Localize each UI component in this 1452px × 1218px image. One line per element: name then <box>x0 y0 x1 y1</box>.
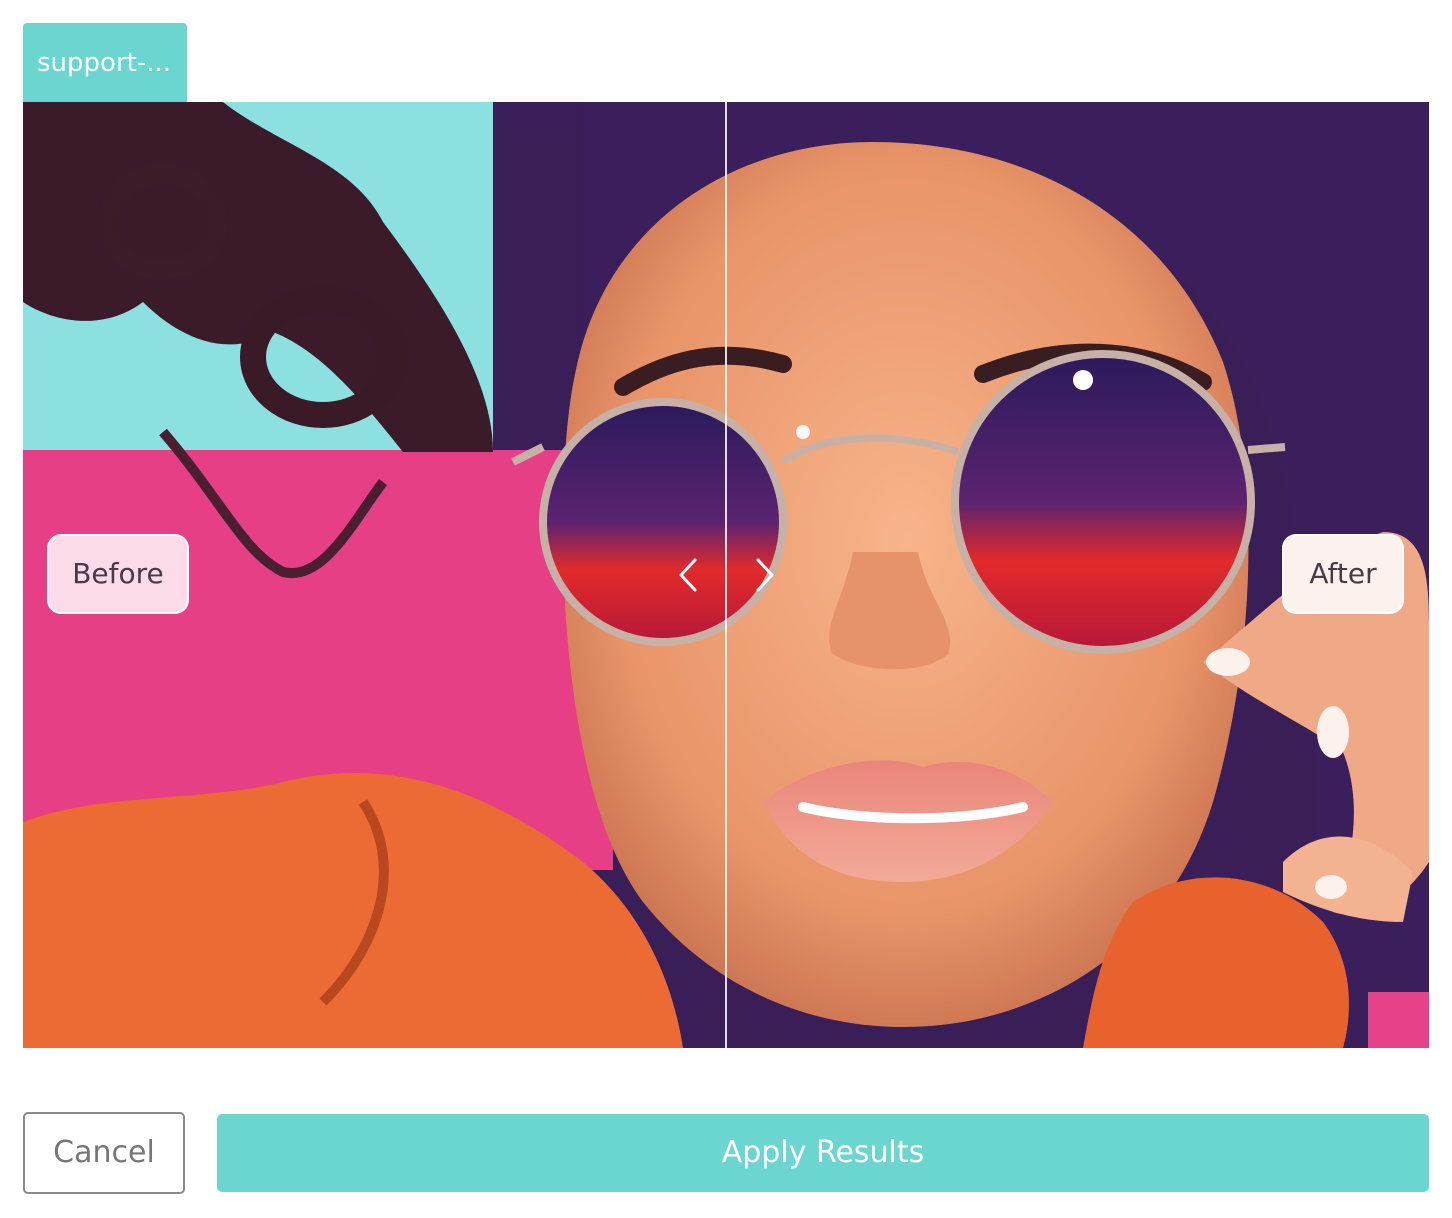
chevron-left-icon[interactable] <box>673 554 703 596</box>
chevron-right-icon[interactable] <box>750 554 780 596</box>
file-name-tab[interactable]: support-... <box>23 23 187 103</box>
before-label: Before <box>47 534 189 614</box>
split-divider[interactable] <box>725 102 727 1048</box>
cancel-button[interactable]: Cancel <box>23 1112 185 1194</box>
before-after-viewer[interactable]: Before After <box>23 102 1429 1048</box>
after-label: After <box>1282 534 1404 614</box>
apply-results-button[interactable]: Apply Results <box>217 1114 1429 1192</box>
file-name-label: support-... <box>37 48 171 78</box>
